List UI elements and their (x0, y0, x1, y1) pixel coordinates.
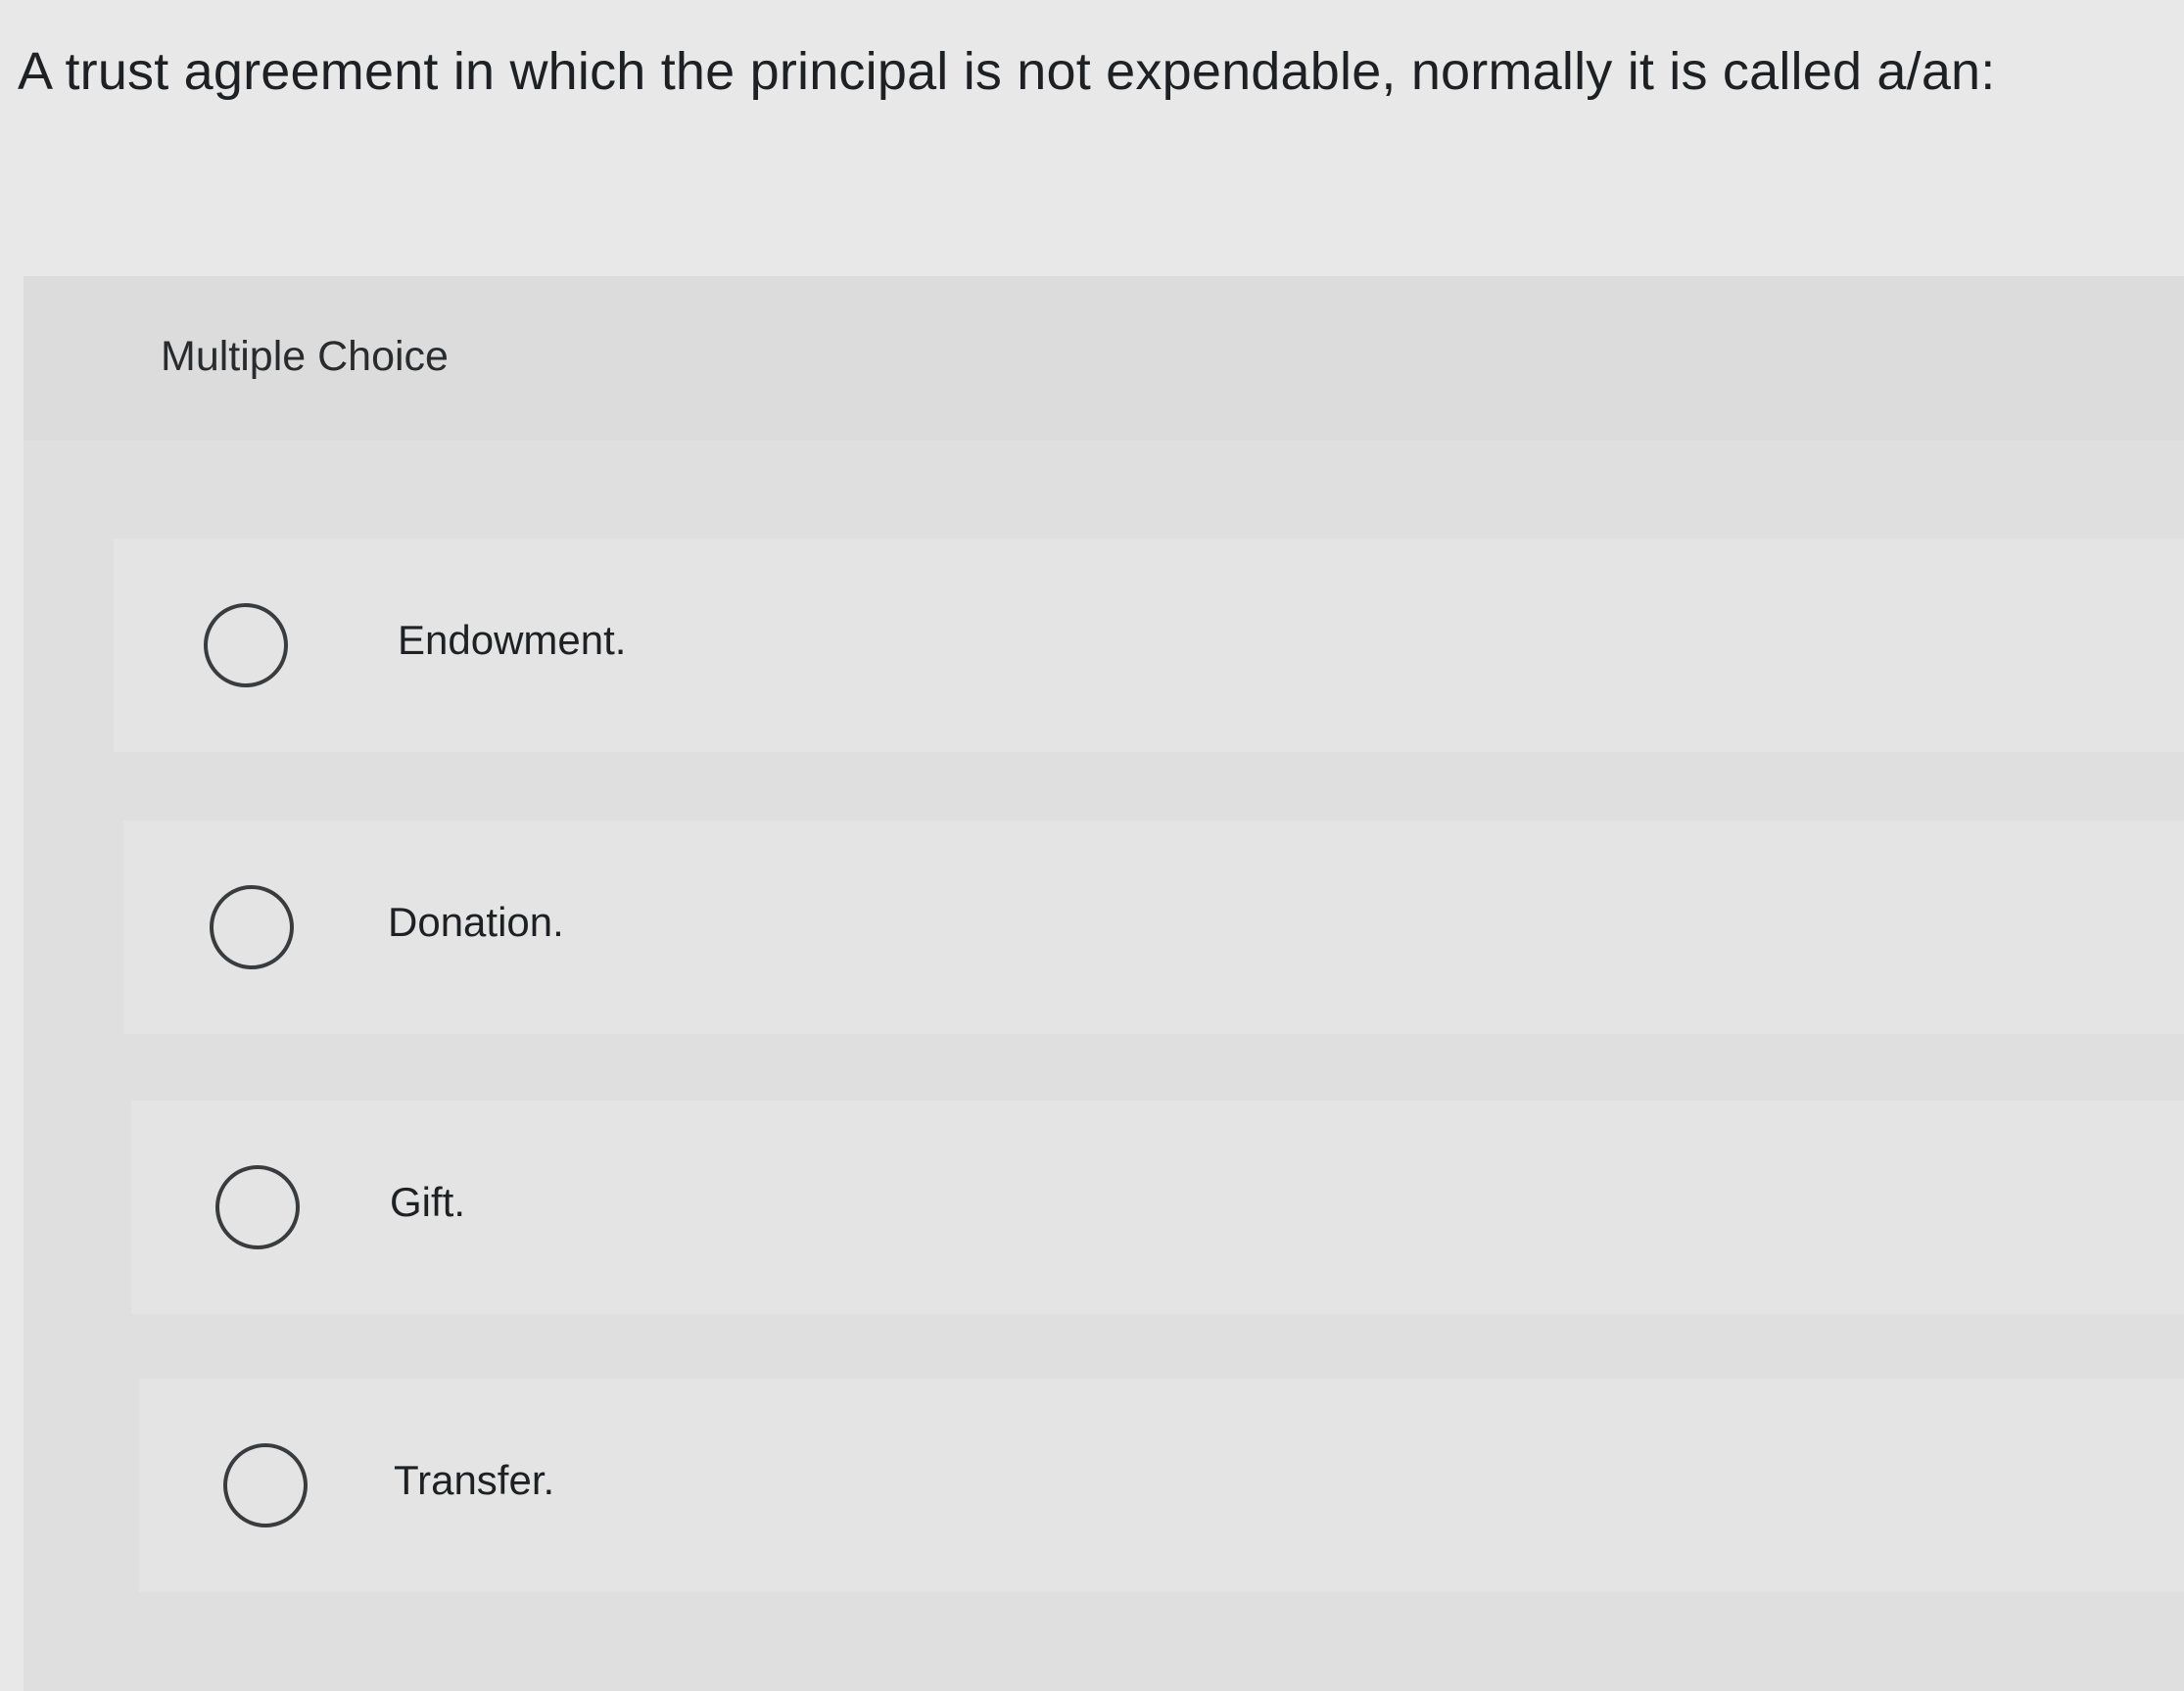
radio-button[interactable] (204, 603, 288, 687)
radio-button[interactable] (210, 885, 294, 969)
multiple-choice-panel: Multiple Choice Endowment. Donation. Gif… (24, 276, 2184, 1691)
option-label[interactable]: Transfer. (394, 1457, 554, 1504)
question-text: A trust agreement in which the principal… (18, 42, 1996, 101)
option-transfer[interactable]: Transfer. (139, 1379, 2184, 1592)
option-gift[interactable]: Gift. (131, 1101, 2184, 1314)
option-donation[interactable]: Donation. (123, 821, 2184, 1034)
option-label[interactable]: Endowment. (398, 617, 626, 664)
panel-title: Multiple Choice (161, 333, 449, 380)
radio-button[interactable] (215, 1165, 300, 1249)
radio-button[interactable] (223, 1443, 308, 1527)
option-endowment[interactable]: Endowment. (114, 539, 2184, 752)
panel-header: Multiple Choice (24, 276, 2184, 441)
option-label[interactable]: Gift. (390, 1179, 465, 1226)
option-label[interactable]: Donation. (388, 899, 564, 946)
